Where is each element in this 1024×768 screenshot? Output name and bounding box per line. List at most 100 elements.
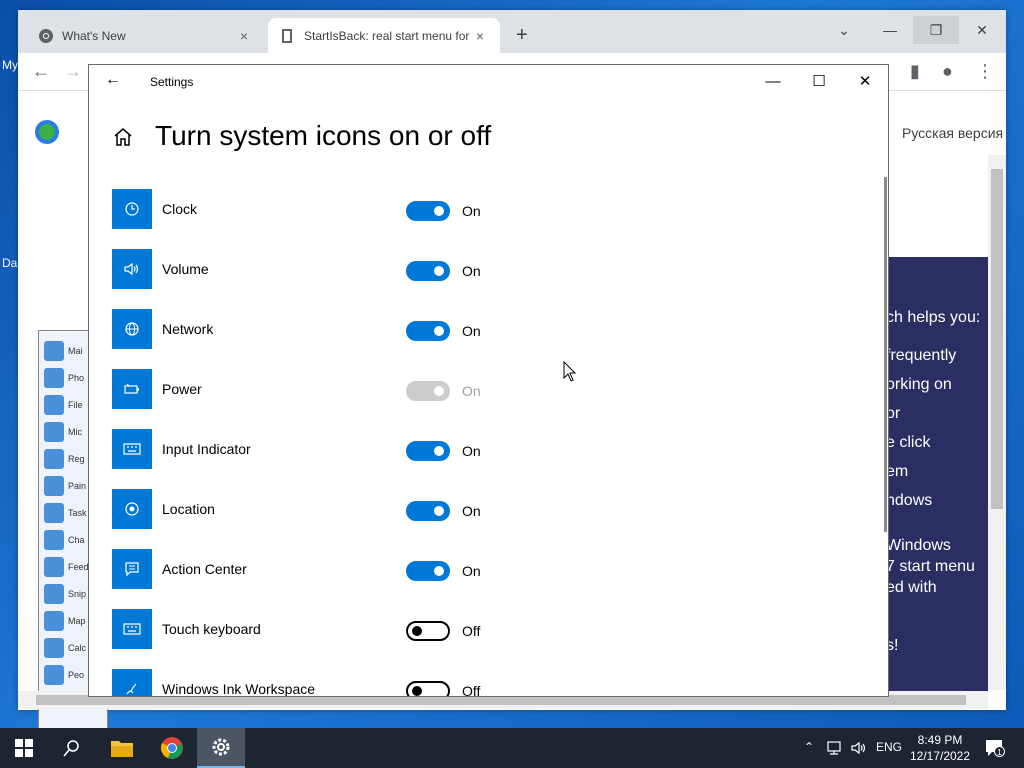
chrome-icon <box>160 737 183 759</box>
site-logo-icon[interactable] <box>34 119 60 145</box>
network-icon <box>112 309 152 349</box>
input-indicator-toggle[interactable] <box>406 441 450 461</box>
setting-row-volume: Volume On <box>112 249 812 289</box>
gear-icon <box>212 738 230 756</box>
volume-icon[interactable] <box>850 740 868 756</box>
folder-icon <box>111 741 133 757</box>
setting-row-network: Network On <box>112 309 812 349</box>
setting-label: Action Center <box>162 561 247 577</box>
home-icon[interactable] <box>111 125 135 149</box>
language-link[interactable]: Русская версия <box>902 125 1003 141</box>
toggle-state: Off <box>462 623 481 639</box>
page-scrollbar[interactable] <box>988 155 1006 690</box>
clock-time: 8:49 PM <box>917 733 963 747</box>
promo-text: ndows <box>886 492 933 509</box>
profile-icon[interactable]: ● <box>942 61 953 82</box>
startisback-favicon-icon <box>282 28 292 43</box>
list-item: Map <box>44 611 86 631</box>
network-toggle[interactable] <box>406 321 450 341</box>
clock-toggle[interactable] <box>406 201 450 221</box>
restore-button[interactable]: ❐ <box>913 16 959 44</box>
list-item: Mic <box>44 422 82 442</box>
windows-ink-toggle[interactable] <box>406 681 450 696</box>
setting-row-touch-keyboard: Touch keyboard Off <box>112 609 812 649</box>
promo-text: em <box>886 463 909 480</box>
scrollbar-thumb[interactable] <box>991 169 1003 509</box>
tab-title: StartIsBack: real start menu for Wi <box>304 28 472 43</box>
search-button[interactable] <box>48 728 96 768</box>
file-explorer-button[interactable] <box>98 728 146 768</box>
back-icon[interactable]: ← <box>32 61 50 82</box>
close-tab-icon[interactable]: × <box>472 28 488 44</box>
clock[interactable]: 8:49 PM 12/17/2022 <box>908 732 972 764</box>
touch-keyboard-toggle[interactable] <box>406 621 450 641</box>
promo-text: frequently <box>886 347 957 364</box>
minimize-button[interactable]: — <box>750 70 796 94</box>
setting-row-location: Location On <box>112 489 812 529</box>
notification-count-badge: 1 <box>994 746 1005 757</box>
desktop-icon-label[interactable]: My <box>2 58 18 72</box>
tab-search-icon[interactable]: ⌄ <box>821 16 867 44</box>
window-title: Settings <box>150 75 194 89</box>
page-title: Turn system icons on or off <box>155 120 492 151</box>
setting-label: Touch keyboard <box>162 621 261 637</box>
setting-label: Windows Ink Workspace <box>162 681 316 697</box>
promo-text: ed with <box>886 579 937 596</box>
maximize-button[interactable]: ☐ <box>796 70 842 94</box>
close-button[interactable]: ✕ <box>842 70 888 94</box>
keyboard-icon <box>112 429 152 469</box>
list-item: Feed <box>44 557 89 577</box>
power-icon <box>112 369 152 409</box>
list-item: Cha <box>44 530 85 550</box>
settings-window: ← Settings — ☐ ✕ Turn system icons on or… <box>88 64 889 697</box>
setting-label: Network <box>162 321 214 337</box>
taskbar: ⌃ ENG 8:49 PM 12/17/2022 1 <box>0 728 1024 768</box>
setting-row-power: Power On <box>112 369 812 409</box>
volume-icon <box>112 249 152 289</box>
action-center-button[interactable]: 1 <box>984 738 1005 758</box>
title-bar: ← Settings — ☐ ✕ <box>89 65 888 99</box>
power-toggle[interactable] <box>406 381 450 401</box>
volume-toggle[interactable] <box>406 261 450 281</box>
setting-row-input-indicator: Input Indicator On <box>112 429 812 469</box>
new-tab-button[interactable]: + <box>516 24 528 47</box>
setting-label: Volume <box>162 261 209 277</box>
tab-startisback[interactable]: StartIsBack: real start menu for Wi × <box>268 18 500 53</box>
promo-text: e click <box>886 434 931 451</box>
language-indicator[interactable]: ENG <box>876 740 902 754</box>
menu-icon[interactable]: ⋮ <box>976 61 994 82</box>
toggle-state: On <box>462 323 481 339</box>
desktop-icon-label[interactable]: Da <box>2 256 17 270</box>
start-button[interactable] <box>0 728 48 768</box>
toggle-state: On <box>462 443 481 459</box>
promo-text: Windows <box>886 537 951 554</box>
side-panel-icon[interactable]: ▮ <box>910 61 920 82</box>
list-item: Peo <box>44 665 84 685</box>
toggle-state: On <box>462 263 481 279</box>
list-item: Pain <box>44 476 86 496</box>
tab-title: What's New <box>62 28 126 43</box>
chrome-taskbar-button[interactable] <box>148 728 196 768</box>
back-arrow-icon[interactable]: ← <box>105 71 121 89</box>
setting-label: Input Indicator <box>162 441 251 457</box>
minimize-button[interactable]: — <box>867 16 913 44</box>
list-item: Task <box>44 503 87 523</box>
action-center-icon <box>112 549 152 589</box>
forward-icon[interactable]: → <box>64 61 82 82</box>
setting-row-clock: Clock On <box>112 189 812 229</box>
show-hidden-icons-icon[interactable]: ⌃ <box>804 740 814 754</box>
close-button[interactable]: ✕ <box>959 16 1005 44</box>
location-toggle[interactable] <box>406 501 450 521</box>
settings-scrollbar[interactable] <box>884 177 887 532</box>
clock-icon <box>112 189 152 229</box>
list-item: Reg <box>44 449 85 469</box>
toggle-state: On <box>462 563 481 579</box>
network-icon[interactable] <box>826 740 844 756</box>
tab-whats-new[interactable]: What's New × <box>26 18 264 53</box>
setting-label: Location <box>162 501 215 517</box>
promo-text: ch helps you: <box>886 309 981 326</box>
setting-row-windows-ink: Windows Ink Workspace Off <box>112 669 812 697</box>
settings-taskbar-button[interactable] <box>197 728 245 768</box>
action-center-toggle[interactable] <box>406 561 450 581</box>
close-tab-icon[interactable]: × <box>236 28 252 44</box>
